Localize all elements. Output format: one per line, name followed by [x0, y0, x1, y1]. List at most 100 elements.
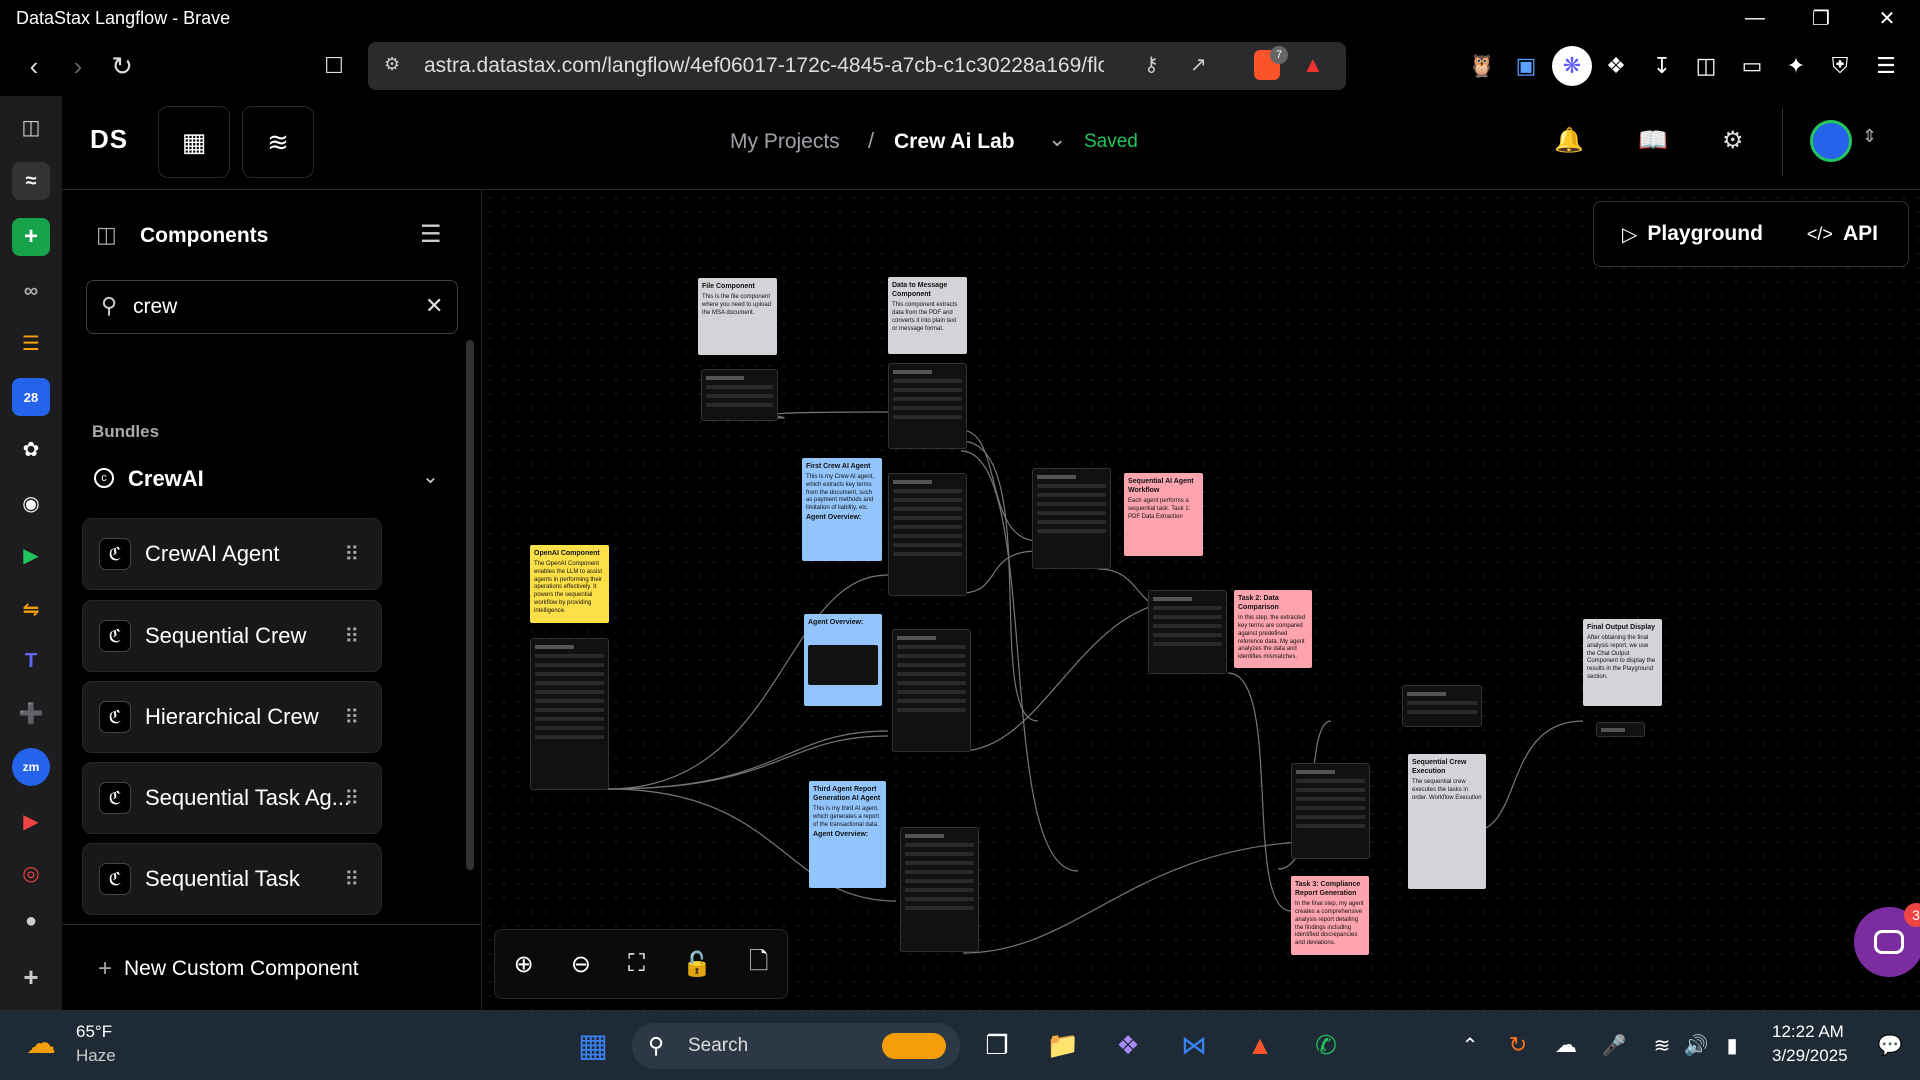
notification-icon[interactable]: 💬: [1868, 1023, 1912, 1067]
back-icon[interactable]: ‹: [12, 44, 56, 88]
search-input[interactable]: [133, 291, 393, 323]
url-text[interactable]: astra.datastax.com/langflow/4ef06017-172…: [424, 54, 1104, 78]
note-task2[interactable]: Task 2: Data Comparison In this step, the…: [1234, 590, 1312, 668]
onedrive-icon[interactable]: ☁: [1544, 1023, 1588, 1067]
node-chat-output[interactable]: [1596, 722, 1645, 737]
whatsapp-icon[interactable]: ✆: [1304, 1023, 1348, 1067]
drag-handle-icon[interactable]: ⠿: [344, 624, 359, 649]
chatgpt-app-icon[interactable]: ✿: [12, 430, 50, 468]
bell-icon[interactable]: 🔔: [1554, 126, 1584, 155]
note-first-crew-agent[interactable]: First Crew AI Agent This is my Crew AI ag…: [802, 458, 882, 561]
leo-ai-icon[interactable]: ✦: [1776, 46, 1816, 86]
youtube-app-icon[interactable]: ▶: [12, 802, 50, 840]
langflow-icon[interactable]: ≋: [242, 106, 314, 178]
note-agent-overview[interactable]: Agent Overview:: [804, 614, 882, 706]
chevron-down-icon[interactable]: ⌄: [422, 464, 439, 489]
new-custom-component-button[interactable]: + New Custom Component: [98, 952, 359, 986]
battery-icon[interactable]: ▮: [1710, 1023, 1754, 1067]
settings-gear-icon[interactable]: ⚙: [1722, 126, 1744, 155]
breadcrumb-my-projects[interactable]: My Projects: [730, 130, 840, 154]
extension-perplexity-icon[interactable]: ❋: [1552, 46, 1592, 86]
clock-time[interactable]: 12:22 AM: [1772, 1022, 1844, 1042]
node-openai[interactable]: [530, 638, 609, 790]
sidebar-toggle-icon[interactable]: ◫: [1686, 46, 1726, 86]
download-icon[interactable]: ↧: [1642, 46, 1682, 86]
component-sequential-task-agent[interactable]: ℭ Sequential Task Ag... ⠿: [82, 762, 382, 834]
stack-app-icon[interactable]: ☰: [12, 324, 50, 362]
github-app-icon[interactable]: ◉: [12, 484, 50, 522]
note-third-agent[interactable]: Third Agent Report Generation AI Agent Th…: [809, 781, 886, 888]
share-icon[interactable]: ↗: [1190, 52, 1207, 77]
filter-settings-icon[interactable]: ☰: [420, 220, 442, 249]
brave-icon[interactable]: ▲: [1238, 1023, 1282, 1067]
api-button[interactable]: </> API: [1807, 222, 1878, 246]
bundle-crewai[interactable]: c CrewAI ⌄: [62, 452, 462, 506]
note-sequential-crew[interactable]: Sequential Crew Execution The sequential …: [1408, 754, 1486, 889]
fit-view-icon[interactable]: ⛶: [628, 950, 645, 978]
project-name[interactable]: Crew Ai Lab: [894, 130, 1015, 154]
node-crewai-agent-1[interactable]: [888, 473, 967, 596]
zoom-in-icon[interactable]: ⊕: [514, 950, 534, 979]
reload-icon[interactable]: ↻: [100, 44, 144, 88]
teams-app-icon[interactable]: T: [12, 642, 50, 680]
drag-handle-icon[interactable]: ⠿: [344, 786, 359, 811]
extension-screen-icon[interactable]: ▣: [1506, 46, 1546, 86]
chevron-up-icon[interactable]: ⌃: [1448, 1023, 1492, 1067]
note-data-to-message[interactable]: Data to Message Component This component …: [888, 277, 967, 354]
drag-handle-icon[interactable]: ⠿: [344, 867, 359, 892]
component-hierarchical-crew[interactable]: ℭ Hierarchical Crew ⠿: [82, 681, 382, 753]
key-icon[interactable]: ⚷: [1144, 52, 1159, 77]
infinity-app-icon[interactable]: ∞: [12, 272, 50, 310]
component-sequential-crew[interactable]: ℭ Sequential Crew ⠿: [82, 600, 382, 672]
app-icon[interactable]: ●: [12, 902, 50, 940]
brave-rewards-icon[interactable]: ▲: [1302, 52, 1324, 78]
clock-date[interactable]: 3/29/2025: [1772, 1046, 1848, 1066]
node-sequential-task-1[interactable]: [1032, 468, 1111, 569]
sync-icon[interactable]: ↻: [1496, 1023, 1540, 1067]
langflow-app-icon[interactable]: ≈: [12, 162, 50, 200]
site-info-icon[interactable]: ⚙: [384, 54, 400, 75]
minimize-icon[interactable]: —: [1722, 0, 1788, 36]
app-icon[interactable]: ⇋: [12, 590, 50, 628]
drag-handle-icon[interactable]: ⠿: [344, 705, 359, 730]
vscode-icon[interactable]: ⋈: [1172, 1023, 1216, 1067]
component-crewai-agent[interactable]: ℭ CrewAI Agent ⠿: [82, 518, 382, 590]
task-view-icon[interactable]: ❐: [975, 1023, 1019, 1067]
docs-icon[interactable]: 📖: [1638, 126, 1668, 155]
node-sequential-crew[interactable]: [1402, 685, 1482, 727]
node-parse-message[interactable]: [888, 363, 967, 449]
node-sequential-task-3[interactable]: [1291, 763, 1370, 859]
meet-app-icon[interactable]: ▶: [12, 536, 50, 574]
sidebar-panel-icon[interactable]: ◫: [12, 108, 50, 146]
file-explorer-icon[interactable]: 📁: [1041, 1023, 1085, 1067]
chevron-updown-icon[interactable]: ⇕: [1862, 126, 1877, 147]
close-icon[interactable]: ✕: [1854, 0, 1920, 36]
forward-icon[interactable]: ›: [56, 44, 100, 88]
note-file-component[interactable]: File Component This is the file component…: [698, 278, 777, 355]
weather-icon[interactable]: ☁: [26, 1026, 56, 1061]
note-icon[interactable]: 🗋: [749, 944, 768, 985]
lock-icon[interactable]: 🔓: [682, 950, 712, 979]
calendar-app-icon[interactable]: 28: [12, 378, 50, 416]
chat-support-button[interactable]: 3: [1854, 903, 1920, 977]
avatar[interactable]: [1810, 120, 1852, 162]
node-file[interactable]: [701, 369, 778, 421]
note-final-output[interactable]: Final Output Display After obtaining the …: [1583, 619, 1662, 706]
sheets-app-icon[interactable]: +: [12, 218, 50, 256]
playground-button[interactable]: ▷ Playground: [1622, 222, 1763, 247]
record-app-icon[interactable]: ◎: [12, 854, 50, 892]
sidebar-scrollbar[interactable]: [466, 340, 474, 870]
copilot-icon[interactable]: ❖: [1106, 1023, 1150, 1067]
windows-start-icon[interactable]: ▦: [571, 1023, 615, 1067]
slack-app-icon[interactable]: ➕: [12, 694, 50, 732]
drag-handle-icon[interactable]: ⠿: [344, 542, 359, 567]
vpn-icon[interactable]: ⛨: [1820, 46, 1860, 86]
weather-temp[interactable]: 65°F: [76, 1022, 112, 1042]
note-sequential-workflow[interactable]: Sequential AI Agent Workflow Each agent p…: [1124, 473, 1203, 556]
taskbar-search[interactable]: ⚲ Search: [632, 1023, 960, 1069]
extension-owl-icon[interactable]: 🦉: [1462, 46, 1502, 86]
wallet-icon[interactable]: ▭: [1732, 46, 1772, 86]
microphone-icon[interactable]: 🎤: [1592, 1023, 1636, 1067]
clear-search-icon[interactable]: ✕: [425, 293, 443, 319]
flows-icon[interactable]: ▦: [158, 106, 230, 178]
